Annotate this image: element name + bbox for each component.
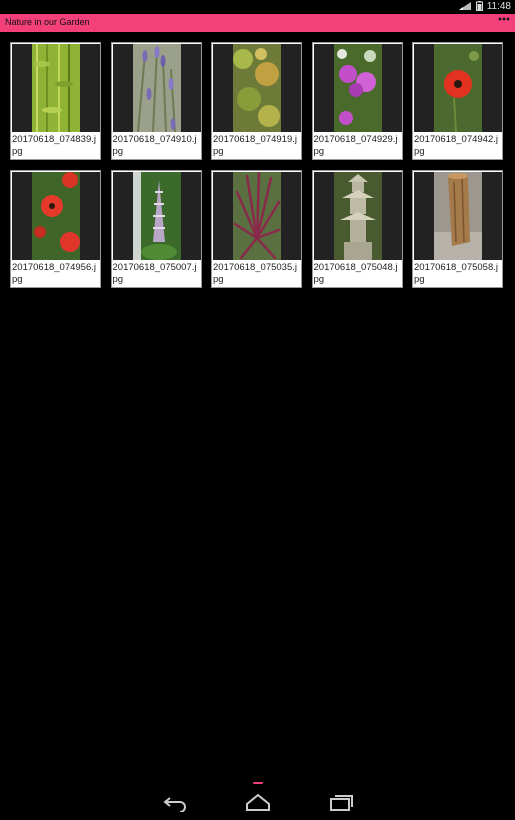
- photo-filename: 20170618_075035.jpg: [213, 262, 298, 285]
- photo-tile[interactable]: 20170618_074956.jpg: [10, 170, 101, 288]
- photo-thumbnail: [414, 172, 502, 260]
- status-bar: 11:48: [0, 0, 515, 12]
- pink-flowers-photo: [333, 44, 382, 132]
- photo-filename: 20170618_074919.jpg: [213, 134, 298, 157]
- app-bar: Nature in our Garden: [0, 14, 515, 32]
- photo-tile[interactable]: 20170618_074919.jpg: [211, 42, 302, 160]
- recents-icon[interactable]: [328, 792, 354, 812]
- photo-grid: 20170618_074839.jpg 20170618_074910.jpg: [10, 42, 503, 288]
- photo-tile[interactable]: 20170618_074942.jpg: [412, 42, 503, 160]
- photo-tile[interactable]: 20170618_075035.jpg: [211, 170, 302, 288]
- photo-thumbnail: [12, 44, 100, 132]
- photo-tile[interactable]: 20170618_075048.jpg: [311, 170, 403, 288]
- stone-lantern-photo: [333, 172, 382, 260]
- photo-thumbnail: [112, 44, 201, 132]
- status-time: 11:48: [486, 0, 511, 12]
- photo-tile[interactable]: 20170618_074929.jpg: [311, 42, 403, 160]
- navigation-bar: [0, 782, 515, 820]
- photo-thumbnail: [414, 44, 502, 132]
- back-icon[interactable]: [162, 792, 188, 812]
- photo-filename: 20170618_074910.jpg: [112, 134, 197, 157]
- photo-thumbnail: [213, 172, 301, 260]
- photo-thumbnail: [213, 44, 301, 132]
- photo-thumbnail: [313, 172, 402, 260]
- status-icons: 11:48: [458, 0, 511, 12]
- poppies-photo: [32, 172, 80, 260]
- photo-thumbnail: [112, 172, 201, 260]
- photo-filename: 20170618_074929.jpg: [313, 134, 398, 157]
- app-title: Nature in our Garden: [5, 17, 90, 27]
- tree-stump-photo: [434, 172, 482, 260]
- signal-icon: [458, 2, 471, 10]
- photo-filename: 20170618_075058.jpg: [414, 262, 499, 285]
- photo-filename: 20170618_074839.jpg: [12, 134, 97, 157]
- nav-indicator: [253, 782, 263, 784]
- photo-thumbnail: [313, 44, 402, 132]
- photo-tile[interactable]: 20170618_074839.jpg: [10, 42, 101, 160]
- bamboo-photo: [32, 44, 80, 132]
- photo-thumbnail: [12, 172, 100, 260]
- home-icon[interactable]: [245, 792, 271, 812]
- photo-tile[interactable]: 20170618_075007.jpg: [110, 170, 202, 288]
- cordyline-photo: [233, 172, 281, 260]
- photo-filename: 20170618_075007.jpg: [112, 262, 197, 285]
- lavender-photo: [132, 44, 181, 132]
- maple-photo: [233, 44, 281, 132]
- photo-filename: 20170618_075048.jpg: [313, 262, 398, 285]
- photo-tile[interactable]: 20170618_075058.jpg: [412, 170, 503, 288]
- photo-filename: 20170618_074942.jpg: [414, 134, 499, 157]
- overflow-menu-icon[interactable]: [498, 16, 510, 26]
- battery-icon: [475, 1, 483, 11]
- acanthus-photo: [132, 172, 181, 260]
- poppy-photo: [434, 44, 482, 132]
- photo-tile[interactable]: 20170618_074910.jpg: [110, 42, 202, 160]
- photo-filename: 20170618_074956.jpg: [12, 262, 97, 285]
